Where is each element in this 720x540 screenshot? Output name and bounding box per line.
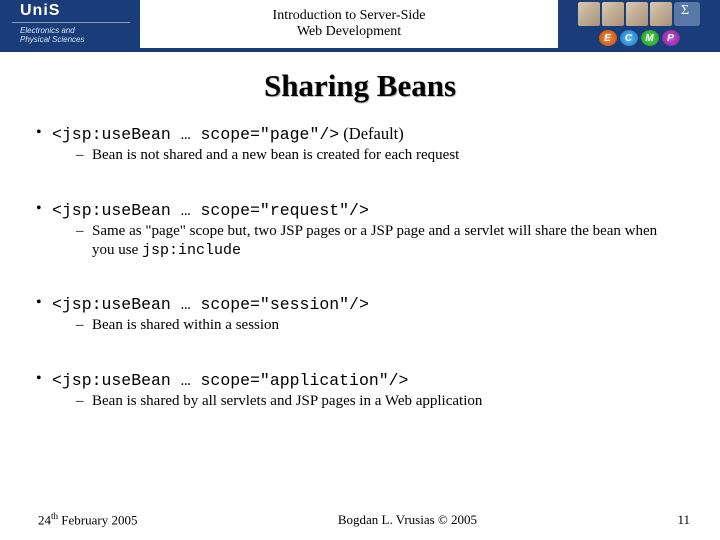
department-name: Electronics and Physical Sciences <box>20 26 84 44</box>
face-thumb <box>578 2 600 26</box>
bullet-item: <jsp:useBean … scope="request"/> <box>38 200 690 220</box>
header-center-block: Introduction to Server-Side Web Developm… <box>140 0 558 52</box>
slide-title: Sharing Beans <box>0 68 720 104</box>
face-thumb <box>626 2 648 26</box>
bullet-code: <jsp:useBean … scope="request"/> <box>52 201 369 220</box>
sub-text: Bean is shared by all servlets and JSP p… <box>92 393 482 409</box>
logo-divider <box>12 22 130 23</box>
header-chips: E C M P <box>558 28 720 48</box>
header-right-block: E C M P <box>558 0 720 52</box>
footer-month-year: February 2005 <box>58 512 137 527</box>
bullet-suffix: (Default) <box>339 124 404 143</box>
sigma-logo-icon <box>674 2 700 26</box>
dept-line2: Physical Sciences <box>20 35 84 44</box>
course-title-line2: Web Development <box>297 24 401 40</box>
chip-e-icon: E <box>599 30 617 46</box>
bullet-code: <jsp:useBean … scope="application"/> <box>52 371 408 390</box>
sub-bullet-item: Bean is shared within a session <box>78 316 690 336</box>
face-thumb <box>650 2 672 26</box>
sub-text: Bean is shared within a session <box>92 317 279 333</box>
sub-bullet-item: Same as "page" scope but, two JSP pages … <box>78 222 690 261</box>
bullet-code: <jsp:useBean … scope="page"/> <box>52 125 339 144</box>
footer-page-number: 11 <box>677 512 690 528</box>
sub-bullet-item: Bean is shared by all servlets and JSP p… <box>78 392 690 412</box>
sub-text: Bean is not shared and a new bean is cre… <box>92 147 459 163</box>
bullet-item: <jsp:useBean … scope="application"/> <box>38 370 690 390</box>
chip-c-icon: C <box>620 30 638 46</box>
footer-day: 24 <box>38 512 51 527</box>
bullet-item: <jsp:useBean … scope="page"/> (Default) <box>38 124 690 144</box>
footer-ordinal: th <box>51 511 58 521</box>
header-photos <box>558 0 720 28</box>
chip-m-icon: M <box>641 30 659 46</box>
footer-author: Bogdan L. Vrusias © 2005 <box>338 512 477 528</box>
slide-header: UniS Electronics and Physical Sciences I… <box>0 0 720 52</box>
dept-line1: Electronics and <box>20 26 75 35</box>
chip-p-icon: P <box>662 30 680 46</box>
course-title-line1: Introduction to Server-Side <box>273 8 426 24</box>
face-thumb <box>602 2 624 26</box>
bullet-code: <jsp:useBean … scope="session"/> <box>52 295 369 314</box>
university-logo: UniS <box>20 2 60 20</box>
sub-bullet-item: Bean is not shared and a new bean is cre… <box>78 146 690 166</box>
slide-footer: 24th February 2005 Bogdan L. Vrusias © 2… <box>0 511 720 528</box>
footer-date: 24th February 2005 <box>38 511 137 528</box>
sub-code: jsp:include <box>142 242 241 259</box>
slide-content: <jsp:useBean … scope="page"/> (Default) … <box>0 104 720 412</box>
bullet-item: <jsp:useBean … scope="session"/> <box>38 294 690 314</box>
header-left-block: UniS Electronics and Physical Sciences <box>0 0 140 52</box>
